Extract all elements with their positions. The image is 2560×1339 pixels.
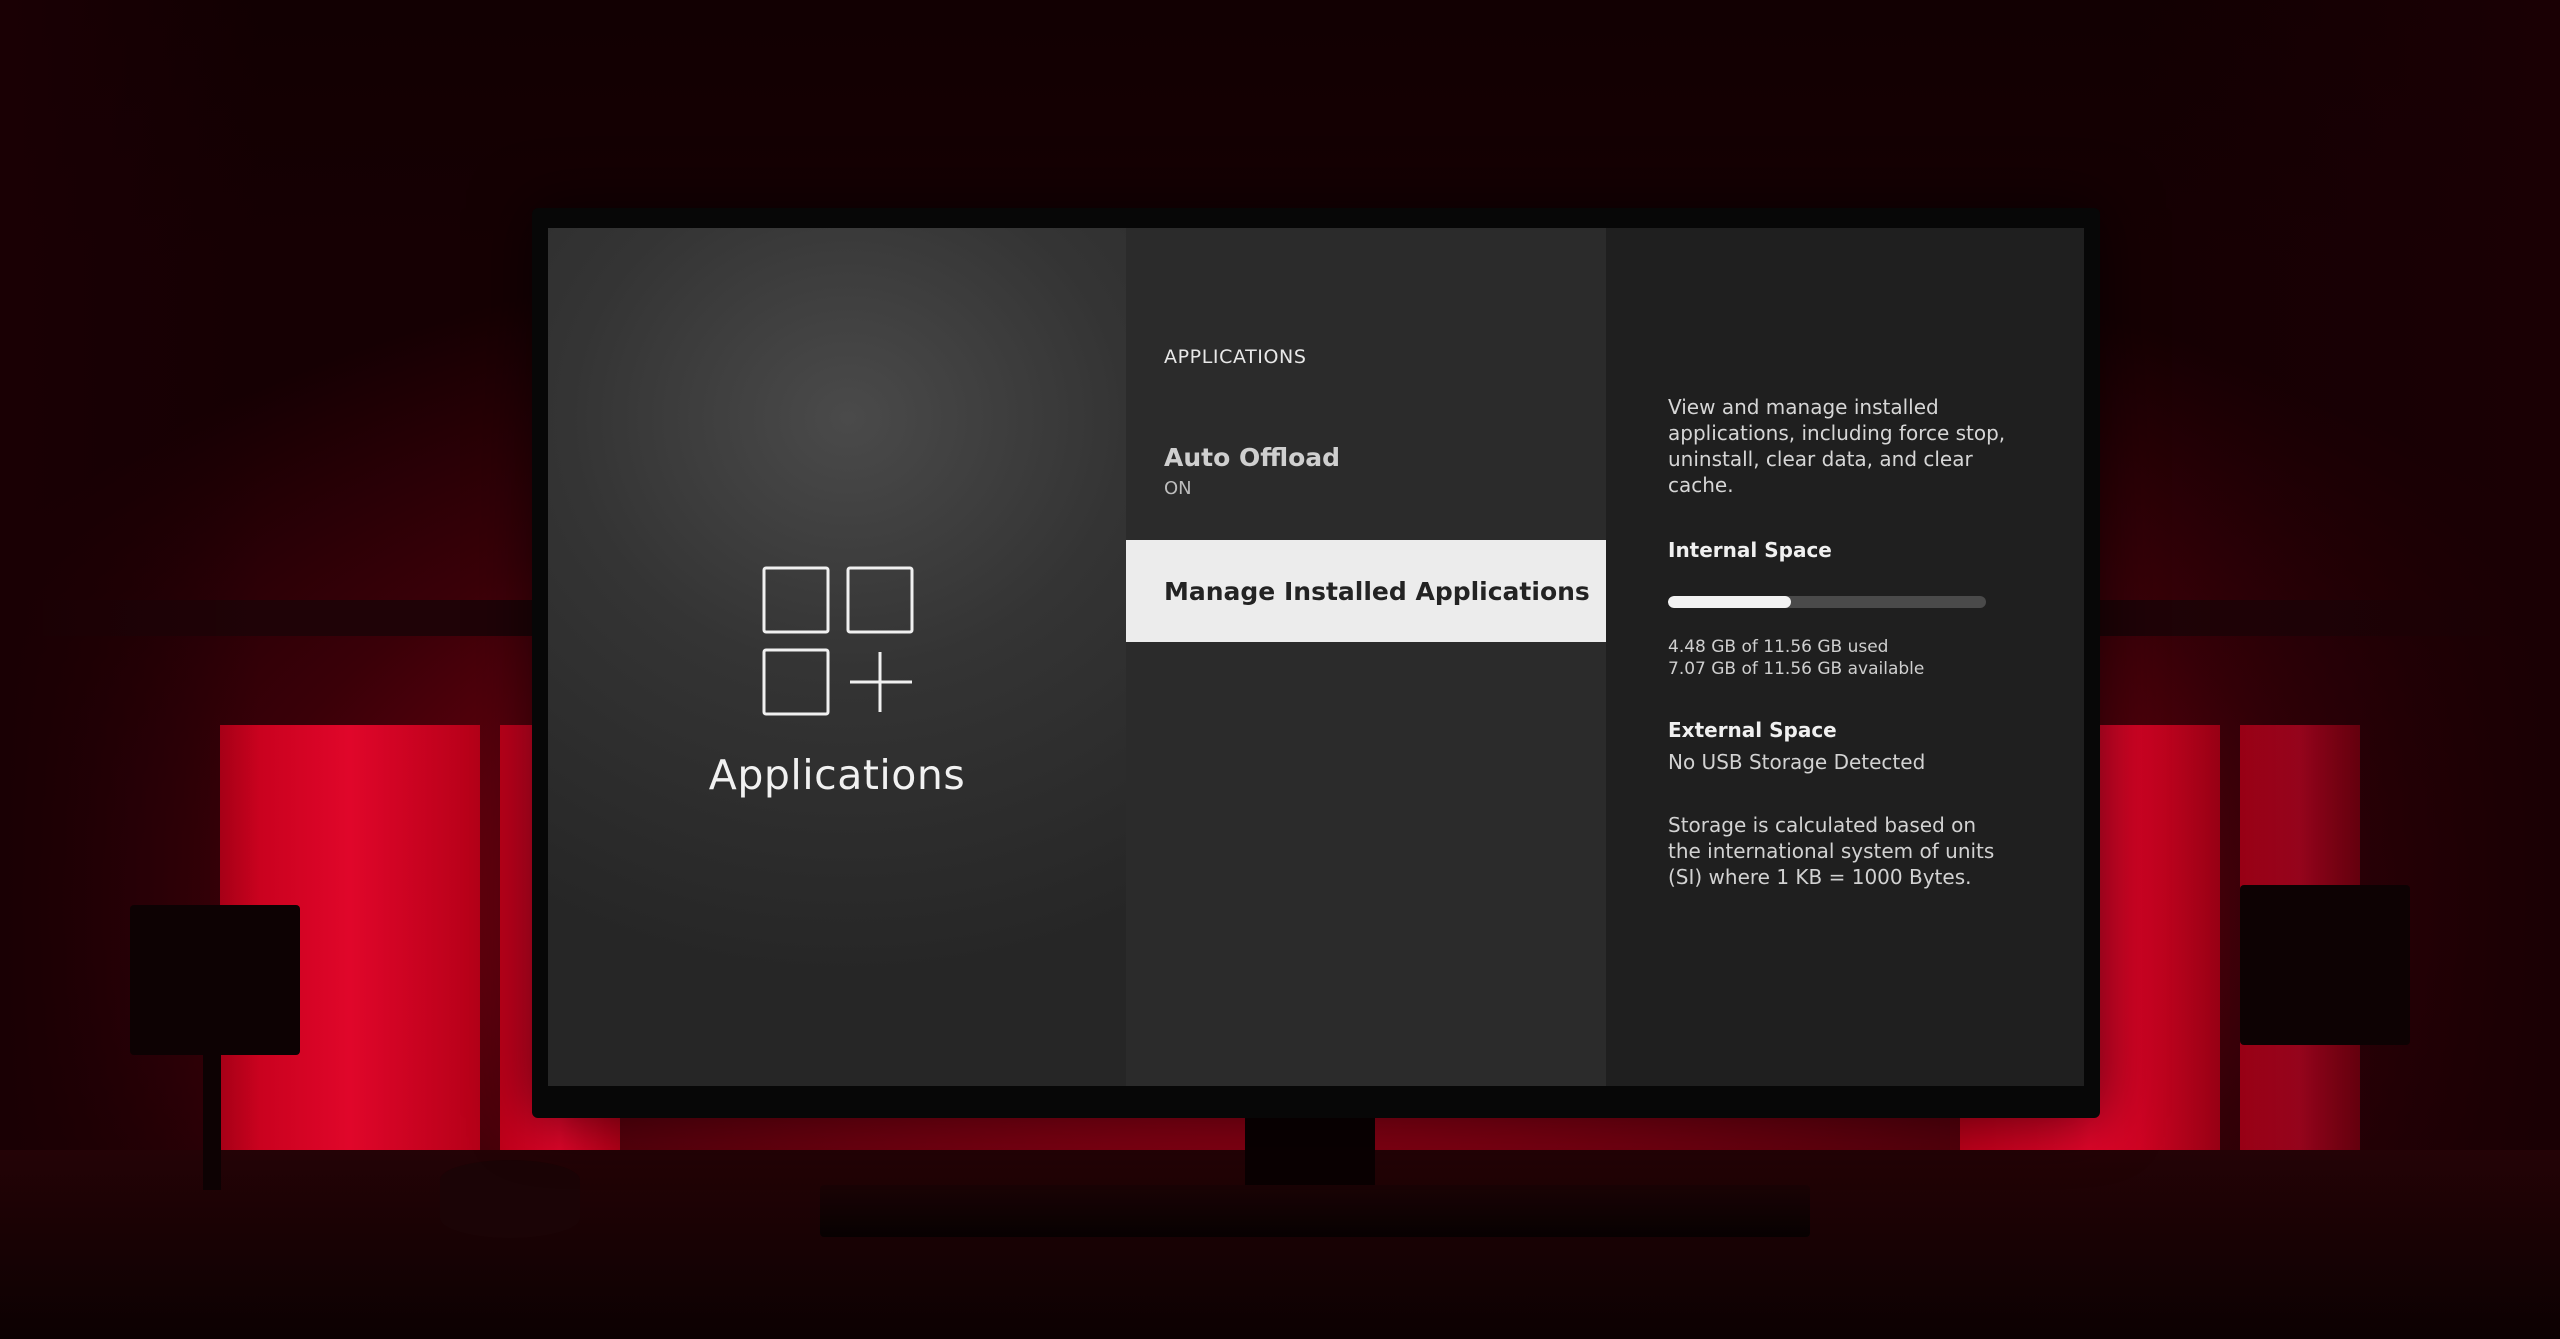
tv-screen: Applications APPLICATIONS Auto Offload O… [548, 228, 2084, 1086]
internal-storage-bar-fill [1668, 596, 1792, 608]
info-pane: View and manage installed applications, … [1606, 228, 2084, 1086]
category-pane: Applications [548, 228, 1126, 1086]
internal-available-text: 7.07 GB of 11.56 GB available [1668, 659, 1925, 679]
internal-used-text: 4.48 GB of 11.56 GB used [1668, 637, 1889, 657]
info-description: View and manage installed applications, … [1668, 395, 2006, 497]
external-space-value: No USB Storage Detected [1668, 750, 1926, 774]
apps-grid-plus-icon [762, 566, 918, 716]
menu-item-label: Auto Offload [1164, 443, 1341, 472]
internal-space-heading: Internal Space [1668, 538, 1832, 562]
menu-item-manage-installed-applications[interactable]: Manage Installed Applications [1126, 540, 1606, 642]
desk-puck [440, 1160, 580, 1238]
settings-menu: APPLICATIONS Auto Offload ON Manage Inst… [1126, 228, 1606, 1086]
left-speaker [130, 905, 300, 1055]
monitor: Applications APPLICATIONS Auto Offload O… [532, 208, 2100, 1118]
menu-item-auto-offload[interactable]: Auto Offload ON [1126, 443, 1606, 527]
menu-item-value: ON [1164, 478, 1192, 499]
left-wall-shadow [0, 0, 260, 1339]
menu-item-label: Manage Installed Applications [1164, 576, 1590, 606]
right-speaker [2240, 885, 2410, 1045]
left-speaker-stand [203, 1050, 221, 1190]
menu-header: APPLICATIONS [1164, 346, 1307, 368]
storage-note: Storage is calculated based on the inter… [1668, 813, 1995, 889]
right-wall-shadow [2140, 0, 2560, 1339]
external-space-heading: External Space [1668, 718, 1837, 742]
internal-storage-bar [1668, 596, 1986, 608]
monitor-stand-base [820, 1185, 1810, 1237]
category-title: Applications [708, 751, 966, 799]
